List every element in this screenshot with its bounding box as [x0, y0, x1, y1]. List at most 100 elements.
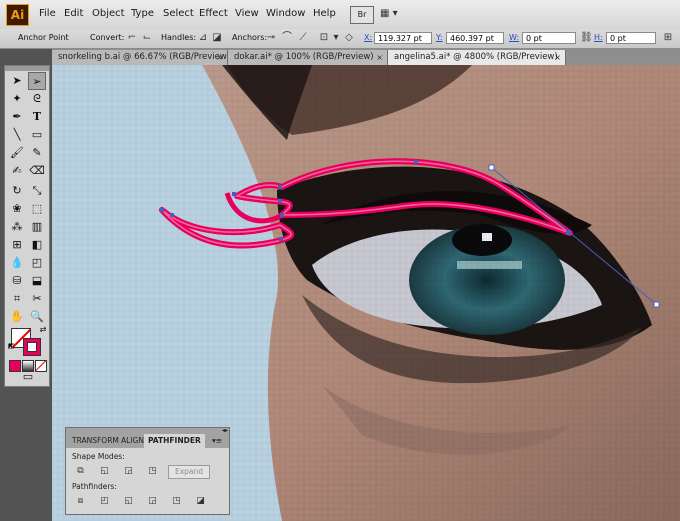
anchor-point[interactable] [280, 213, 284, 217]
transform-options-icon[interactable]: ⊞ [662, 32, 674, 44]
gradient-tool-icon[interactable]: ◧ [28, 236, 46, 254]
stroke-swatch[interactable] [23, 338, 41, 356]
isolate-icon[interactable]: ◇ [343, 32, 355, 44]
trim-icon[interactable]: ◰ [98, 495, 111, 507]
slice-tool-icon[interactable]: ✂ [28, 290, 46, 308]
intersect-icon[interactable]: ◲ [122, 465, 135, 477]
h-label: H: [594, 33, 603, 42]
free-transform-tool-icon[interactable]: ⬚ [28, 200, 46, 218]
direct-selection-tool-icon[interactable]: ➢ [28, 72, 46, 90]
rectangle-tool-icon[interactable]: ▭ [28, 126, 46, 144]
close-icon[interactable]: × [216, 50, 223, 65]
anchor-point[interactable] [278, 185, 282, 189]
tools-panel-grip[interactable] [5, 66, 49, 71]
convert-smooth-icon[interactable]: ⌙ [141, 32, 153, 44]
align-dropdown-icon[interactable]: ▾ [330, 32, 342, 44]
app-logo: Ai [6, 4, 29, 26]
anchor-point[interactable] [279, 237, 283, 241]
y-field[interactable]: 460.397 pt [446, 32, 504, 44]
tab-dokar[interactable]: dokar.ai* @ 100% (RGB/Preview) × [228, 50, 388, 65]
scale-tool-icon[interactable]: ⤡ [28, 182, 46, 200]
exclude-icon[interactable]: ◳ [146, 465, 159, 477]
hide-handles-icon[interactable]: ◪ [211, 32, 223, 44]
live-paint-selection-tool-icon[interactable]: ⬓ [28, 272, 46, 290]
arrange-documents-button[interactable]: ▦ ▾ [380, 6, 406, 22]
handles-label: Handles: [161, 33, 197, 42]
menu-view[interactable]: View [235, 8, 259, 19]
rotate-tool-icon[interactable]: ↻ [8, 182, 26, 200]
minus-front-icon[interactable]: ◱ [98, 465, 111, 477]
menu-select[interactable]: Select [163, 8, 194, 19]
tools-panel: ➤ ➢ ✦ ᘓ ✒ T ╲ ▭ 🖌 ✎ ✍ ⌫ ↻ ⤡ ❀ ⬚ ⁂ ▥ ⊞ ◧ … [4, 65, 50, 387]
unite-icon[interactable]: ⧉ [74, 465, 87, 477]
anchor-point[interactable] [160, 208, 164, 212]
anchor-point[interactable] [232, 192, 236, 196]
lasso-tool-icon[interactable]: ᘓ [28, 90, 46, 108]
remove-anchor-icon[interactable]: ⊸ [265, 32, 277, 44]
merge-icon[interactable]: ◱ [122, 495, 135, 507]
x-label: X: [364, 33, 373, 42]
align-anchor-icon[interactable]: ⊡ [318, 32, 330, 44]
expand-button[interactable]: Expand [168, 465, 210, 479]
hand-tool-icon[interactable]: ✋ [8, 308, 26, 326]
tab-pathfinder[interactable]: PATHFINDER [144, 434, 205, 448]
handle-point[interactable] [653, 301, 660, 308]
cut-path-icon[interactable]: ⟋ [297, 32, 309, 44]
x-field[interactable]: 119.327 pt [374, 32, 432, 44]
close-icon[interactable]: × [554, 50, 561, 65]
warp-tool-icon[interactable]: ❀ [8, 200, 26, 218]
screen-mode-icon[interactable]: ▭ [18, 369, 38, 385]
w-field[interactable]: 0 pt [522, 32, 576, 44]
show-handles-icon[interactable]: ⊿ [197, 32, 209, 44]
anchor-point[interactable] [278, 199, 282, 203]
close-icon[interactable]: × [376, 50, 383, 65]
pen-tool-icon[interactable]: ✒ [8, 108, 26, 126]
menu-file[interactable]: File [39, 8, 56, 19]
anchor-point[interactable] [414, 160, 418, 164]
menu-help[interactable]: Help [313, 8, 336, 19]
column-graph-tool-icon[interactable]: ▥ [28, 218, 46, 236]
minus-back-icon[interactable]: ◪ [194, 495, 207, 507]
outline-icon[interactable]: ◳ [170, 495, 183, 507]
convert-corner-icon[interactable]: ⌐ [126, 32, 138, 44]
eyedropper-tool-icon[interactable]: 💧 [8, 254, 26, 272]
crop-icon[interactable]: ◲ [146, 495, 159, 507]
tab-transform[interactable]: TRANSFORM [72, 434, 119, 448]
type-tool-icon[interactable]: T [28, 108, 46, 126]
tab-angelina5[interactable]: angelina5.ai* @ 4800% (RGB/Preview) × [388, 50, 566, 65]
symbol-sprayer-tool-icon[interactable]: ⁂ [8, 218, 26, 236]
anchor-point[interactable] [170, 213, 174, 217]
pathfinder-panel: ◂▸ TRANSFORM ALIGN PATHFINDER ▾≡ Shape M… [65, 427, 230, 515]
divide-icon[interactable]: ⧈ [74, 495, 87, 507]
control-selection-label: Anchor Point [18, 33, 69, 42]
selection-tool-icon[interactable]: ➤ [8, 72, 26, 90]
menu-edit[interactable]: Edit [64, 8, 83, 19]
blend-tool-icon[interactable]: ◰ [28, 254, 46, 272]
w-label: W: [509, 33, 520, 42]
zoom-tool-icon[interactable]: 🔍 [28, 308, 46, 326]
default-colors-icon[interactable]: ◩ [7, 342, 15, 350]
panel-menu-icon[interactable]: ▾≡ [212, 434, 222, 448]
swap-colors-icon[interactable]: ⇄ [38, 325, 48, 335]
menu-window[interactable]: Window [266, 8, 305, 19]
menu-effect[interactable]: Effect [199, 8, 228, 19]
menu-object[interactable]: Object [92, 8, 125, 19]
blob-brush-tool-icon[interactable]: ✍ [8, 162, 26, 180]
eraser-tool-icon[interactable]: ⌫ [28, 162, 46, 180]
tab-align[interactable]: ALIGN [121, 434, 144, 448]
h-field[interactable]: 0 pt [606, 32, 656, 44]
mesh-tool-icon[interactable]: ⊞ [8, 236, 26, 254]
tab-snorkeling[interactable]: snorkeling b.ai @ 66.67% (RGB/Preview) × [52, 50, 230, 65]
anchor-point[interactable] [566, 230, 571, 235]
live-paint-tool-icon[interactable]: ⛁ [8, 272, 26, 290]
magic-wand-tool-icon[interactable]: ✦ [8, 90, 26, 108]
connect-anchor-icon[interactable]: ⌒ [281, 32, 293, 44]
artboard-tool-icon[interactable]: ⌗ [8, 290, 26, 308]
constrain-link-icon[interactable]: ⛓ [580, 32, 593, 44]
handle-point[interactable] [488, 164, 495, 171]
bridge-button[interactable]: Br [350, 6, 374, 24]
pencil-tool-icon[interactable]: ✎ [28, 144, 46, 162]
paintbrush-tool-icon[interactable]: 🖌 [8, 144, 26, 162]
line-tool-icon[interactable]: ╲ [8, 126, 26, 144]
menu-type[interactable]: Type [131, 8, 154, 19]
